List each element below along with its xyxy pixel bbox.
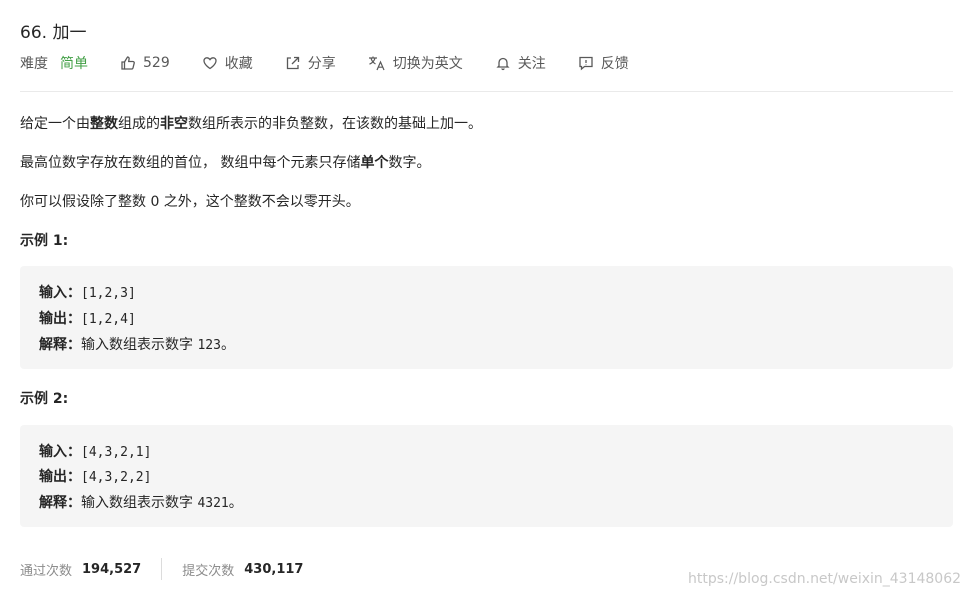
share-label: 分享 [307,56,336,72]
like-count: 529 [143,55,170,71]
emphasis-text: 整数 [90,116,118,132]
paragraph-text: 数字。 [388,155,431,171]
paragraph-text: 数组所表示的非负整数，在该数的基础上加一。 [188,116,482,132]
paragraph-text: 组成的 [118,116,160,132]
feedback-icon [579,56,593,71]
header-divider [20,91,953,92]
translate-icon [368,56,385,71]
output-label: 输出： [39,469,81,485]
bell-icon [496,57,510,71]
feedback-label: 反馈 [600,56,629,72]
submission-stats: 通过次数 194,527 提交次数 430,117 [20,556,303,582]
explanation-label: 解释： [39,495,81,511]
example-2-block: 输入：[4,3,2,1] 输出：[4,3,2,2] 解释：输入数组表示数字 43… [20,425,953,527]
example-1-output: 输出：[1,2,4] [39,308,136,328]
output-value: [4,3,2,2] [81,470,152,485]
follow-label: 关注 [517,56,546,72]
explanation-text: 输入数组表示数字 [81,495,198,511]
submissions-count: 430,117 [244,561,304,577]
feedback-button[interactable]: 反馈 [578,53,629,73]
example-2-input: 输入：[4,3,2,1] [39,441,151,461]
follow-button[interactable]: 关注 [495,53,546,73]
explanation-number: 4321 [197,496,229,511]
emphasis-text: 单个 [360,155,389,171]
problem-title: 66. 加一 [20,23,87,43]
thumbs-up-icon [121,56,135,70]
share-button[interactable]: 分享 [285,53,336,73]
example-1-title: 示例 1: [20,233,69,249]
accepted-count: 194,527 [82,561,142,577]
emphasis-text: 非空 [160,116,188,132]
example-2-output: 输出：[4,3,2,2] [39,466,151,486]
explanation-number: 123 [197,338,221,353]
explanation-end: 。 [220,337,235,353]
favorite-label: 收藏 [224,56,253,72]
accepted-label: 通过次数 [20,563,73,579]
paragraph-text: 最高位数字存放在数组的首位， 数组中每个元素只存储 [20,155,361,171]
stats-divider [161,558,163,580]
example-2-explanation: 解释：输入数组表示数字 4321。 [39,492,243,512]
output-value: [1,2,4] [81,312,136,327]
explanation-end: 。 [228,495,243,511]
translate-button[interactable]: 切换为英文 [368,53,463,73]
csdn-watermark: https://blog.csdn.net/weixin_43148062 [688,571,962,587]
explanation-label: 解释： [39,337,81,353]
description-paragraph-2: 最高位数字存放在数组的首位， 数组中每个元素只存储单个数字。 [20,152,430,172]
input-value: [1,2,3] [81,286,136,301]
example-2-title: 示例 2: [20,391,69,407]
translate-label: 切换为英文 [392,56,463,72]
difficulty-value: 简单 [60,56,88,72]
difficulty-label: 难度 [20,56,48,72]
difficulty: 难度 简单 [20,53,88,73]
output-label: 输出： [39,311,81,327]
paragraph-text: 给定一个由 [20,116,90,132]
input-label: 输入： [39,285,81,301]
like-button[interactable]: 529 [120,55,170,71]
example-1-explanation: 解释：输入数组表示数字 123。 [39,334,235,354]
description-paragraph-3: 你可以假设除了整数 0 之外，这个整数不会以零开头。 [20,194,360,210]
description-paragraph-1: 给定一个由整数组成的非空数组所表示的非负整数，在该数的基础上加一。 [20,113,482,133]
share-icon [286,56,299,70]
problem-toolbar: 难度 简单 529 收藏 分享 切换为英文 关注 反馈 [20,52,661,74]
input-value: [4,3,2,1] [81,445,152,460]
heart-icon [203,57,217,70]
example-1-input: 输入：[1,2,3] [39,282,136,302]
submissions-label: 提交次数 [182,563,235,579]
favorite-button[interactable]: 收藏 [202,53,253,73]
example-1-block: 输入：[1,2,3] 输出：[1,2,4] 解释：输入数组表示数字 123。 [20,266,953,369]
input-label: 输入： [39,444,81,460]
explanation-text: 输入数组表示数字 [81,337,198,353]
